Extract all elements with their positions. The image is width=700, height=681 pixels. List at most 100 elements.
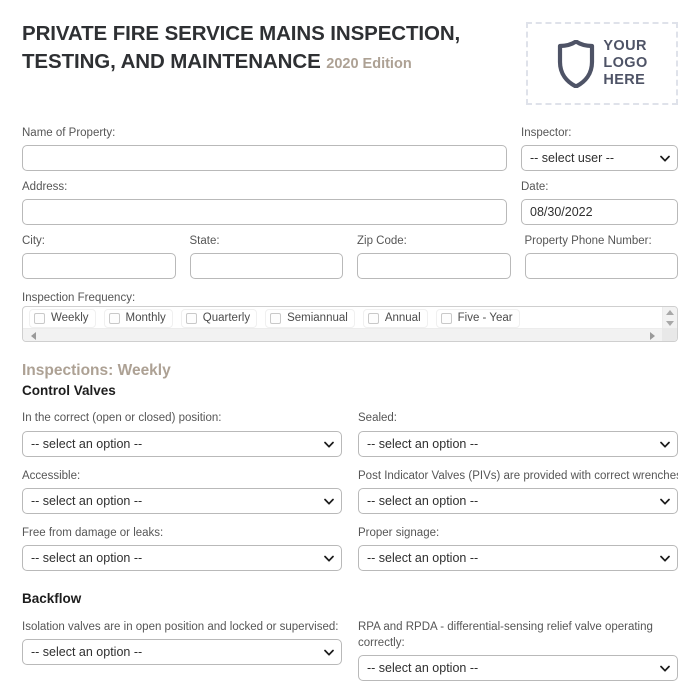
label-zip: Zip Code: bbox=[357, 234, 407, 247]
select-wrapper bbox=[358, 430, 678, 457]
form-row-location: City: State: Zip Code: Property Phone Nu… bbox=[22, 234, 678, 279]
select-wrapper bbox=[358, 545, 678, 572]
question-control-valves-sealed: Sealed: bbox=[358, 410, 678, 457]
question-label: Accessible: bbox=[22, 469, 81, 482]
label-city: City: bbox=[22, 234, 45, 247]
select-control-valves-damage-leaks[interactable] bbox=[22, 545, 342, 572]
select-wrapper bbox=[358, 655, 678, 681]
frequency-option-annual[interactable]: Annual bbox=[362, 308, 428, 328]
checkbox-icon[interactable] bbox=[34, 312, 45, 324]
input-address[interactable] bbox=[22, 198, 507, 225]
inspections-section-title: Inspections: Weekly bbox=[22, 361, 171, 379]
scrollbar-corner bbox=[662, 327, 677, 341]
shield-icon bbox=[556, 38, 596, 89]
input-state[interactable] bbox=[189, 252, 343, 279]
field-date: Date: bbox=[521, 180, 678, 225]
input-date[interactable] bbox=[521, 198, 678, 225]
question-label: RPA and RPDA - differential-sensing reli… bbox=[358, 620, 653, 650]
select-inspector[interactable] bbox=[521, 144, 678, 171]
field-zip: Zip Code: bbox=[357, 234, 511, 279]
horizontal-scrollbar[interactable] bbox=[23, 327, 677, 341]
question-label: Isolation valves are in open position an… bbox=[22, 620, 339, 633]
select-control-valves-accessible[interactable] bbox=[22, 487, 342, 514]
question-row: Isolation valves are in open position an… bbox=[22, 619, 678, 681]
page-header: PRIVATE FIRE SERVICE MAINS INSPECTION, T… bbox=[22, 0, 678, 105]
logo-placeholder[interactable]: YOUR LOGO HERE bbox=[526, 22, 678, 105]
field-inspection-frequency: Inspection Frequency: Weekly Monthly Quart… bbox=[22, 288, 678, 342]
select-wrapper bbox=[22, 430, 342, 457]
input-city[interactable] bbox=[22, 252, 176, 279]
field-address: Address: bbox=[22, 180, 507, 225]
checkbox-icon[interactable] bbox=[108, 312, 120, 324]
logo-line-1: YOUR bbox=[603, 37, 647, 54]
logo-line-2: LOGO bbox=[603, 54, 648, 71]
checkbox-icon[interactable] bbox=[270, 312, 282, 324]
page-title: PRIVATE FIRE SERVICE MAINS INSPECTION, T… bbox=[22, 20, 492, 76]
select-backflow-relief-valve[interactable] bbox=[358, 655, 678, 681]
question-row: In the correct (open or closed) position… bbox=[22, 410, 678, 457]
frequency-option-weekly[interactable]: Weekly bbox=[29, 308, 96, 328]
field-city: City: bbox=[22, 234, 176, 279]
select-control-valves-piv-wrenches[interactable] bbox=[358, 487, 678, 514]
input-phone[interactable] bbox=[524, 252, 678, 279]
checkbox-icon[interactable] bbox=[185, 312, 197, 324]
frequency-option-semiannual[interactable]: Semiannual bbox=[265, 308, 355, 328]
label-date: Date: bbox=[521, 180, 549, 193]
label-inspector: Inspector: bbox=[521, 127, 572, 139]
logo-line-3: HERE bbox=[603, 72, 646, 89]
frequency-option-quarterly[interactable]: Quarterly bbox=[180, 308, 258, 328]
question-label: In the correct (open or closed) position… bbox=[22, 412, 222, 425]
select-control-valves-position[interactable] bbox=[22, 430, 342, 457]
field-inspector: Inspector: bbox=[521, 126, 678, 171]
frequency-option-label: Quarterly bbox=[202, 312, 251, 325]
frequency-option-label: Annual bbox=[384, 312, 421, 325]
frequency-option-label: Semiannual bbox=[287, 312, 348, 325]
question-control-valves-signage: Proper signage: bbox=[358, 525, 678, 572]
question-row: Free from damage or leaks: Proper signag… bbox=[22, 525, 678, 572]
group-title-control-valves: Control Valves bbox=[22, 382, 116, 398]
question-backflow-relief-valve: RPA and RPDA - differential-sensing reli… bbox=[358, 619, 678, 681]
question-control-valves-damage-leaks: Free from damage or leaks: bbox=[22, 525, 342, 572]
input-property-name[interactable] bbox=[22, 144, 507, 171]
inspection-frequency-multiselect[interactable]: Weekly Monthly Quarterly Semiannual Annual Fi… bbox=[22, 305, 678, 342]
frequency-options-list: Weekly Monthly Quarterly Semiannual Annual Fi… bbox=[23, 307, 677, 330]
frequency-option-label: Weekly bbox=[51, 312, 89, 325]
question-control-valves-accessible: Accessible: bbox=[22, 468, 342, 514]
checkbox-icon[interactable] bbox=[367, 312, 379, 324]
property-info-form: Name of Property: Inspector: Address: bbox=[22, 126, 678, 342]
frequency-option-label: Five - Year bbox=[457, 312, 513, 325]
question-control-valves-piv-wrenches: Post Indicator Valves (PIVs) are provide… bbox=[358, 468, 678, 514]
scroll-down-arrow-icon[interactable] bbox=[666, 320, 674, 326]
frequency-option-monthly[interactable]: Monthly bbox=[103, 308, 173, 328]
checkbox-icon[interactable] bbox=[440, 312, 452, 324]
scroll-left-arrow-icon[interactable] bbox=[31, 331, 36, 340]
question-label: Free from damage or leaks: bbox=[22, 526, 164, 539]
scroll-up-arrow-icon[interactable] bbox=[666, 309, 674, 315]
question-label: Post Indicator Valves (PIVs) are provide… bbox=[358, 469, 678, 482]
select-inspector-wrapper bbox=[521, 144, 678, 171]
select-backflow-isolation-valves[interactable] bbox=[22, 639, 342, 666]
select-control-valves-sealed[interactable] bbox=[358, 430, 678, 457]
vertical-scrollbar[interactable] bbox=[662, 306, 677, 329]
form-row-address: Address: Date: bbox=[22, 180, 678, 225]
select-wrapper bbox=[22, 639, 342, 666]
select-wrapper bbox=[22, 545, 342, 572]
group-title-backflow: Backflow bbox=[22, 591, 82, 607]
label-state: State: bbox=[189, 234, 220, 247]
inspections-section: Inspections: Weekly Control Valves bbox=[22, 361, 678, 399]
scroll-right-arrow-icon[interactable] bbox=[650, 331, 655, 340]
field-state: State: bbox=[189, 234, 343, 279]
label-property-name: Name of Property: bbox=[22, 127, 116, 139]
field-property-name: Name of Property: bbox=[22, 126, 507, 171]
edition-label: 2020 Edition bbox=[326, 55, 412, 72]
form-row-name: Name of Property: Inspector: bbox=[22, 126, 678, 171]
question-control-valves-position: In the correct (open or closed) position… bbox=[22, 410, 342, 457]
select-control-valves-signage[interactable] bbox=[358, 545, 678, 572]
question-label: Proper signage: bbox=[358, 526, 440, 539]
question-backflow-isolation-valves: Isolation valves are in open position an… bbox=[22, 619, 342, 681]
input-zip[interactable] bbox=[357, 252, 511, 279]
frequency-option-five-year[interactable]: Five - Year bbox=[435, 308, 520, 328]
select-wrapper bbox=[358, 487, 678, 514]
select-wrapper bbox=[22, 487, 342, 514]
label-address: Address: bbox=[22, 180, 68, 193]
